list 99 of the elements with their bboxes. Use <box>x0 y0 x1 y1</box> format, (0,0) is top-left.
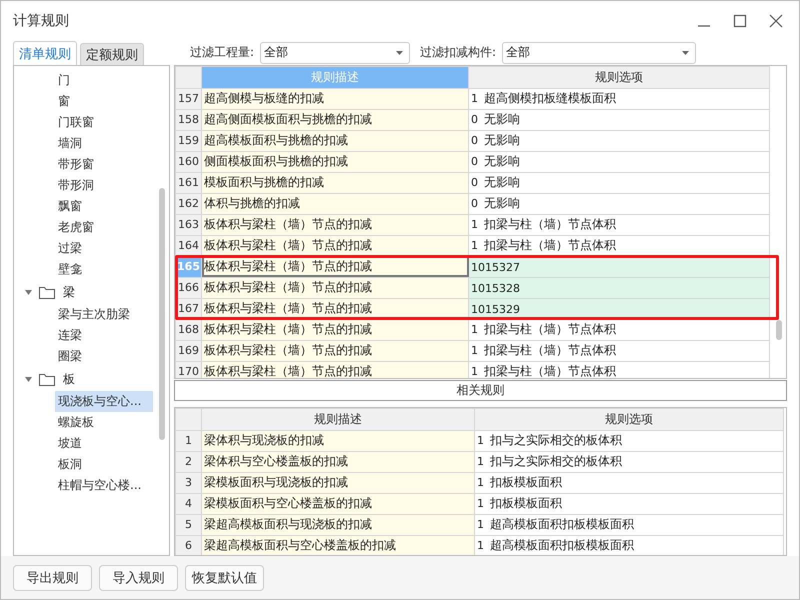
table-cell: 1 扣板模板面积 <box>474 472 784 494</box>
tree-item[interactable]: 窗 <box>55 91 153 112</box>
table-cell: 梁模板面积与现浇板的扣减 <box>202 472 474 494</box>
maximize-icon[interactable] <box>733 14 747 28</box>
tree-item[interactable]: 圈梁 <box>55 346 153 367</box>
tree-item[interactable]: 墙洞 <box>55 133 153 154</box>
row-number: 5 <box>176 514 202 536</box>
caret-icon[interactable] <box>24 374 33 384</box>
table-cell: 1015328 <box>468 277 770 298</box>
filter-dropdown[interactable]: 全部 <box>260 42 410 64</box>
tab[interactable]: 清单规则 <box>13 41 77 65</box>
row-number: 157 <box>176 88 202 110</box>
close-icon[interactable] <box>769 14 783 28</box>
table-cell: 1 扣梁与柱（墙）节点体积 <box>468 214 770 236</box>
row-number: 168 <box>176 319 202 340</box>
tree-item[interactable]: 老虎窗 <box>55 217 153 238</box>
table-cell: 0 无影响 <box>468 109 770 130</box>
tree-item[interactable]: 现浇板与空心... <box>55 391 153 412</box>
table-cell: 1 扣与之实际相交的板体积 <box>474 451 784 472</box>
column-header[interactable]: 规则选项 <box>468 66 770 88</box>
footer-button[interactable]: 导入规则 <box>99 564 178 590</box>
table-cell: 1 扣梁与柱（墙）节点体积 <box>468 361 770 378</box>
row-number: 164 <box>176 235 202 256</box>
caret-icon[interactable] <box>24 288 33 296</box>
footer-button[interactable]: 导出规则 <box>13 564 92 590</box>
table-cell: 板体积与梁柱（墙）节点的扣减 <box>202 277 468 298</box>
row-number: 2 <box>176 451 202 472</box>
row-number: 163 <box>176 214 202 236</box>
table-cell: 0 无影响 <box>468 193 770 214</box>
tree-item[interactable]: 过梁 <box>55 238 153 259</box>
tree-item[interactable]: 螺旋板 <box>55 412 153 433</box>
column-header[interactable]: 规则选项 <box>474 408 784 430</box>
table-cell: 超高侧模与板缝的扣减 <box>202 88 468 110</box>
table-cell: 梁体积与现浇板的扣减 <box>202 430 474 452</box>
table-cell: 模板面积与挑檐的扣减 <box>202 172 468 194</box>
tree-item[interactable]: 梁与主次肋梁 <box>55 304 153 325</box>
tree-item[interactable]: 带形窗 <box>55 154 153 175</box>
table-cell: 梁超高模板面积与现浇板的扣减 <box>202 514 474 536</box>
tree-item[interactable]: 飘窗 <box>55 196 153 217</box>
tab[interactable]: 定额规则 <box>80 43 144 65</box>
folder-icon <box>39 372 55 386</box>
table-cell: 体积与挑檐的扣减 <box>202 193 468 214</box>
row-number: 4 <box>176 493 202 514</box>
row-number: 1 <box>176 430 202 452</box>
table-cell: 0 无影响 <box>468 151 770 172</box>
tree-item[interactable]: 柱帽与空心楼... <box>55 475 153 496</box>
table-cell: 板体积与梁柱（墙）节点的扣减 <box>202 235 468 256</box>
table-cell: 板体积与梁柱（墙）节点的扣减 <box>202 256 468 278</box>
table-cell: 梁超高模板面积与空心楼盖板的扣减 <box>202 535 474 556</box>
dropdown-arrow-icon <box>682 50 690 55</box>
table-cell: 侧面模板面积与挑檐的扣减 <box>202 151 468 172</box>
table-cell: 超高模板面积与挑檐的扣减 <box>202 130 468 152</box>
row-number: 161 <box>176 172 202 194</box>
row-number: 6 <box>176 535 202 556</box>
related-rules-button[interactable]: 相关规则 <box>174 380 787 401</box>
dropdown-arrow-icon <box>396 50 404 55</box>
table-cell: 1 超高模板面积扣板模板面积 <box>474 535 784 556</box>
table-cell: 板体积与梁柱（墙）节点的扣减 <box>202 340 468 362</box>
folder-icon <box>39 286 55 298</box>
tree-item[interactable]: 连梁 <box>55 325 153 346</box>
tree-item[interactable]: 带形洞 <box>55 175 153 196</box>
table-cell: 梁体积与空心楼盖板的扣减 <box>202 451 474 472</box>
scrollbar-thumb[interactable] <box>159 188 165 440</box>
table-cell: 0 无影响 <box>468 130 770 152</box>
tree-item[interactable]: 板 <box>61 370 77 388</box>
column-header[interactable]: 规则描述 <box>202 408 474 430</box>
row-number: 159 <box>176 130 202 152</box>
tree-item[interactable]: 门 <box>55 70 153 91</box>
tree-item[interactable]: 门联窗 <box>55 112 153 133</box>
row-number: 3 <box>176 472 202 494</box>
table-cell: 板体积与梁柱（墙）节点的扣减 <box>202 361 468 378</box>
tree-item[interactable]: 梁 <box>61 284 77 300</box>
table-cell: 1 扣与之实际相交的板体积 <box>474 430 784 452</box>
table-cell: 1 扣梁与柱（墙）节点体积 <box>468 340 770 362</box>
table-cell: 1 扣梁与柱（墙）节点体积 <box>468 235 770 256</box>
filter-dropdown[interactable]: 全部 <box>502 42 696 64</box>
filter-label: 过滤工程量: <box>190 44 254 62</box>
table-cell: 板体积与梁柱（墙）节点的扣减 <box>202 319 468 340</box>
tree-item[interactable]: 壁龛 <box>55 259 153 280</box>
scrollbar-thumb[interactable] <box>776 320 782 340</box>
table-cell: 超高侧面模板面积与挑檐的扣减 <box>202 109 468 130</box>
filter-label: 过滤扣减构件: <box>420 44 496 62</box>
tree-item[interactable]: 坡道 <box>55 433 153 454</box>
table-cell: 0 无影响 <box>468 172 770 194</box>
row-number: 160 <box>176 151 202 172</box>
table-cell: 梁模板面积与空心楼盖板的扣减 <box>202 493 474 514</box>
window-title: 计算规则 <box>13 12 69 30</box>
footer-button[interactable]: 恢复默认值 <box>185 564 264 590</box>
table-cell: 1 扣梁与柱（墙）节点体积 <box>468 319 770 340</box>
row-number: 158 <box>176 109 202 130</box>
row-number: 162 <box>176 193 202 214</box>
tree-item[interactable]: 板洞 <box>55 454 153 475</box>
table-cell: 板体积与梁柱（墙）节点的扣减 <box>202 214 468 236</box>
table-cell: 1015327 <box>468 256 770 278</box>
table-cell: 1 超高模板面积扣板模板面积 <box>474 514 784 536</box>
table-cell: 1 扣板模板面积 <box>474 493 784 514</box>
row-number: 170 <box>176 361 202 378</box>
row-number: 169 <box>176 340 202 362</box>
table-cell: 1 超高侧模扣板缝模板面积 <box>468 88 770 110</box>
